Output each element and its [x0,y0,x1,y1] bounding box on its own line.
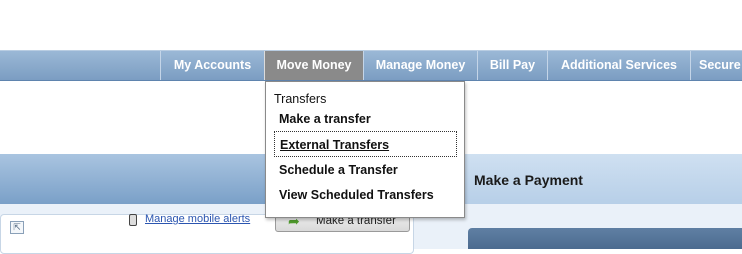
nav-secure[interactable]: Secure [690,51,742,80]
nav-additional-services[interactable]: Additional Services [547,51,690,80]
collapse-icon[interactable]: ⇱ [10,221,24,234]
nav-bill-pay[interactable]: Bill Pay [477,51,547,80]
menu-item-schedule-transfer[interactable]: Schedule a Transfer [279,163,398,177]
nav-manage-money[interactable]: Manage Money [363,51,477,80]
menu-item-view-scheduled-transfers[interactable]: View Scheduled Transfers [279,188,434,202]
nav-move-money[interactable]: Move Money [264,51,363,80]
mobile-phone-icon [129,214,137,226]
move-money-dropdown: Transfers Make a transfer External Trans… [265,81,465,218]
dropdown-header-transfers: Transfers [274,92,327,106]
make-payment-title: Make a Payment [474,172,583,188]
menu-item-make-transfer[interactable]: Make a transfer [279,112,371,126]
manage-mobile-alerts-link[interactable]: Manage mobile alerts [145,213,250,225]
right-panel-bar [468,228,742,249]
menu-item-external-transfers[interactable]: External Transfers [274,131,457,157]
nav-my-accounts[interactable]: My Accounts [160,51,264,80]
top-navigation-bar: My Accounts Move Money Manage Money Bill… [0,50,742,81]
